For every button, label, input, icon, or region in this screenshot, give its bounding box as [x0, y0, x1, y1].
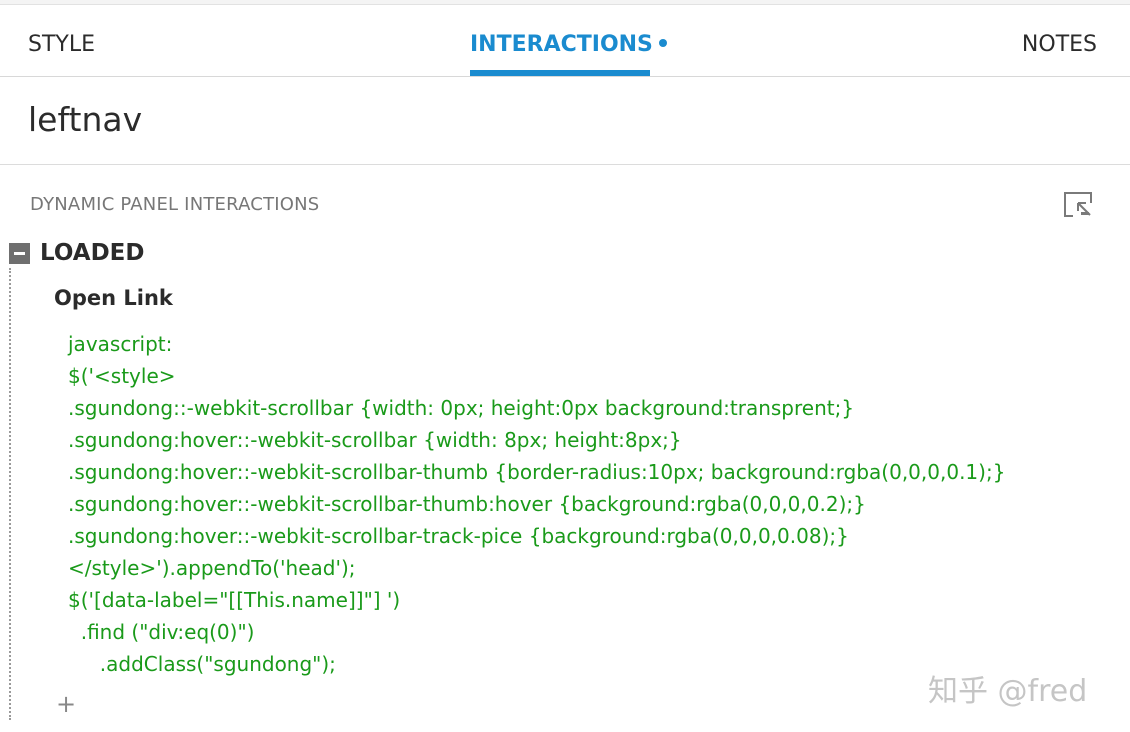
tab-bar: STYLE INTERACTIONS NOTES	[0, 5, 1130, 77]
code-line: .sgundong:hover::-webkit-scrollbar-track…	[68, 524, 849, 548]
code-line: $('[data-label="[[This.name]]"] ')	[68, 588, 401, 612]
tab-notes[interactable]: NOTES	[1022, 5, 1097, 76]
tab-style[interactable]: STYLE	[28, 5, 95, 76]
tab-interactions-label: INTERACTIONS	[470, 32, 653, 57]
code-line: .sgundong::-webkit-scrollbar {width: 0px…	[68, 396, 855, 420]
code-line: .find ("div:eq(0)")	[68, 620, 255, 644]
watermark: 知乎 @fred	[928, 674, 1088, 709]
unsaved-dot-icon	[658, 39, 667, 47]
tab-interactions[interactable]: INTERACTIONS	[470, 5, 667, 76]
collapse-minus-icon[interactable]	[9, 243, 30, 264]
active-tab-indicator	[470, 70, 650, 76]
code-line: </style>').appendTo('head');	[68, 556, 356, 580]
code-line: javascript:	[68, 332, 173, 356]
section-divider	[0, 164, 1130, 165]
organize-actions-icon[interactable]	[1063, 191, 1093, 219]
code-line: .sgundong:hover::-webkit-scrollbar-thumb…	[68, 492, 866, 516]
tree-connector-line	[9, 268, 11, 720]
event-label[interactable]: LOADED	[40, 240, 144, 266]
action-label[interactable]: Open Link	[54, 286, 173, 310]
code-line: .sgundong:hover::-webkit-scrollbar-thumb…	[68, 460, 1006, 484]
plus-icon[interactable]: +	[56, 690, 76, 718]
code-line: $('<style>	[68, 364, 176, 388]
code-line: .addClass("sgundong");	[68, 652, 336, 676]
widget-name: leftnav	[28, 100, 143, 139]
section-title: DYNAMIC PANEL INTERACTIONS	[30, 194, 320, 215]
code-line: .sgundong:hover::-webkit-scrollbar {widt…	[68, 428, 682, 452]
